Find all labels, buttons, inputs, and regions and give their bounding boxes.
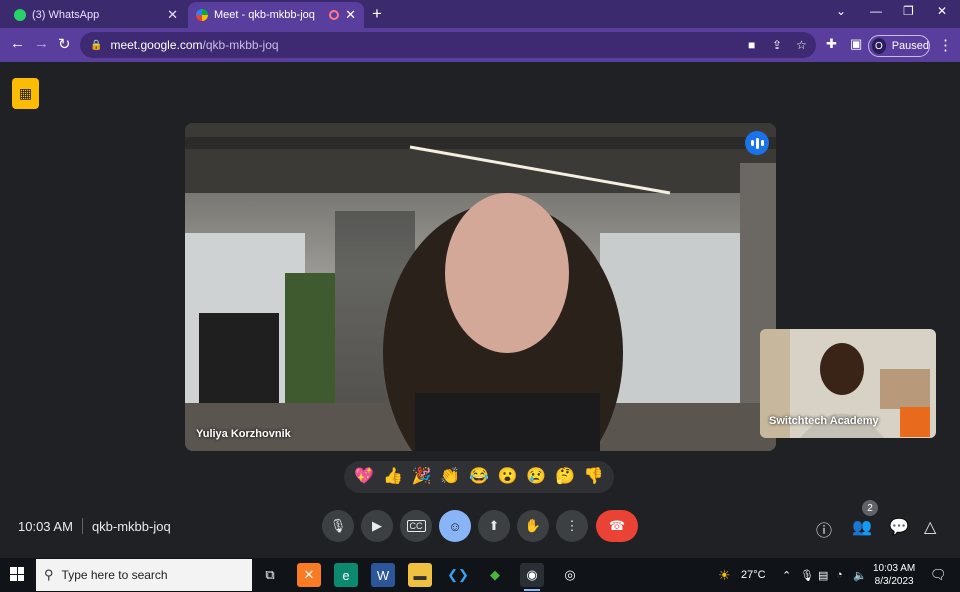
tab-title: (3) WhatsApp [32,9,100,21]
back-icon[interactable]: ← [10,35,25,52]
new-tab-button[interactable]: + [372,4,382,24]
share-icon[interactable]: ⇪ [772,38,782,52]
mongodb-icon[interactable]: ◆ [483,563,507,587]
show-hidden-icons-icon[interactable]: ⌃ [782,569,791,582]
raise-hand-button[interactable]: ✋ [517,510,549,542]
hang-up-icon: ☎ [608,518,626,533]
obs-icon[interactable]: ◎ [558,563,582,587]
reaction-joy[interactable]: 😂 [467,469,491,485]
main-participant-name: Yuliya Korzhovnik [196,428,291,440]
chat-icon[interactable]: 💬 [889,517,909,537]
task-view-icon[interactable]: ⧉ [258,563,282,587]
people-icon[interactable]: 👥 [852,517,872,537]
xampp-icon[interactable]: ✕ [297,563,321,587]
browser-tab-strip: (3) WhatsApp ✕ Meet - qkb-mkbb-joq ✕ + ⌄… [0,0,960,28]
reaction-thinking[interactable]: 🤔 [553,469,577,485]
restore-button[interactable]: ❐ [903,4,914,18]
volume-icon[interactable]: 🔈 [853,569,867,582]
weather-icon[interactable]: ☀ [718,567,731,584]
windows-taskbar: ⚲ Type here to search ⧉ ✕ e W ▬ ❮❯ ◆ ◉ ◎… [0,558,960,592]
tab-title: Meet - qkb-mkbb-joq [214,9,315,21]
participant-video [185,123,776,451]
hand-icon: ✋ [524,518,542,533]
google-meet-icon [196,9,208,21]
reaction-party-popper[interactable]: 🎉 [410,469,434,485]
reactions-button[interactable]: ☺ [439,510,471,542]
wifi-icon[interactable]: ◔ [836,569,843,581]
reaction-thumbs-down[interactable]: 👎 [582,469,606,485]
tab-search-icon[interactable]: ⌄ [836,4,846,18]
search-icon: ⚲ [44,567,54,582]
camera-button[interactable]: ▶ [361,510,393,542]
present-screen-button[interactable]: ⬆ [478,510,510,542]
windows-start-icon[interactable] [10,567,24,581]
browser-menu-icon[interactable]: ⋮ [938,36,953,54]
bookmark-star-icon[interactable]: ☆ [796,38,807,52]
search-placeholder: Type here to search [61,568,168,582]
microphone-tray-icon[interactable]: 🎙 [800,569,814,582]
speaking-indicator-icon [745,131,769,155]
avatar: O [872,38,886,54]
chrome-icon[interactable]: ◉ [520,563,544,591]
recording-indicator-icon [329,10,340,20]
meeting-info-icon[interactable]: ⓘ [816,517,832,541]
close-tab-icon[interactable]: ✕ [167,7,178,23]
reaction-sparkling-heart[interactable]: 💖 [352,469,376,485]
smiley-icon: ☺ [448,518,462,534]
more-vert-icon: ⋮ [565,518,579,533]
captions-button[interactable]: CC [400,510,432,542]
divider [81,518,83,534]
more-options-button[interactable]: ⋮ [556,510,588,542]
video-camera-icon: ▶ [372,518,382,533]
whatsapp-icon [14,9,26,21]
meeting-details: 10:03 AM qkb-mkbb-joq [18,518,171,534]
minimize-button[interactable]: — [870,4,882,18]
close-tab-icon[interactable]: ✕ [345,7,356,23]
file-explorer-icon[interactable]: ▬ [408,563,432,587]
close-window-button[interactable]: ✕ [937,4,947,18]
meeting-code: qkb-mkbb-joq [91,518,171,534]
forward-icon[interactable]: → [34,35,49,52]
reaction-clapping[interactable]: 👏 [438,469,462,485]
reaction-surprised[interactable]: 😮 [496,469,520,485]
main-video-tile[interactable] [185,123,776,451]
profile-button[interactable]: O Paused [868,35,930,57]
microphone-icon: 🎙 [329,518,347,533]
present-icon: ⬆ [488,518,500,533]
camera-off-indicator-icon[interactable]: ▦ [12,78,39,109]
taskbar-search[interactable]: ⚲ Type here to search [36,559,252,591]
url-path: /qkb-mkbb-joq [202,38,279,52]
browser-toolbar: ← → ↻ 🔒 meet.google.com/qkb-mkbb-joq ■ ⇪… [0,28,960,62]
camera-in-use-icon[interactable]: ■ [748,38,755,52]
camera-tray-icon[interactable]: ▤ [818,569,828,582]
notification-center-icon[interactable]: 🗨 [930,567,947,583]
clock-date: 8/3/2023 [874,576,914,587]
profile-status: Paused [891,40,929,52]
side-panel-icon[interactable]: ▣ [850,36,862,52]
weather-temp[interactable]: 27°C [741,569,766,581]
meeting-time: 10:03 AM [18,518,73,534]
reaction-thumbs-up[interactable]: 👍 [381,469,405,485]
tab-whatsapp[interactable]: (3) WhatsApp ✕ [6,2,186,28]
reaction-sad[interactable]: 😢 [524,469,548,485]
edge-icon[interactable]: e [334,563,358,587]
address-bar[interactable]: 🔒 meet.google.com/qkb-mkbb-joq [80,32,816,58]
participants-count-badge: 2 [862,500,878,516]
leave-call-button[interactable]: ☎ [596,510,638,542]
microphone-button[interactable]: 🎙 [322,510,354,542]
reload-icon[interactable]: ↻ [58,35,71,53]
clock-time: 10:03 AM [873,563,916,574]
taskbar-clock[interactable]: 10:03 AM 8/3/2023 [873,562,915,588]
captions-icon: CC [406,520,426,532]
word-icon[interactable]: W [371,563,395,587]
self-participant-name: Switchtech Academy [769,415,879,427]
lock-icon[interactable]: 🔒 [90,40,102,51]
vscode-icon[interactable]: ❮❯ [446,563,470,587]
url-host: meet.google.com [110,38,203,52]
tab-meet[interactable]: Meet - qkb-mkbb-joq ✕ [188,2,364,28]
reactions-bar: 💖 👍 🎉 👏 😂 😮 😢 🤔 👎 [344,461,614,493]
activities-icon[interactable]: △ [924,517,936,537]
extensions-icon[interactable]: ✚ [826,36,837,52]
